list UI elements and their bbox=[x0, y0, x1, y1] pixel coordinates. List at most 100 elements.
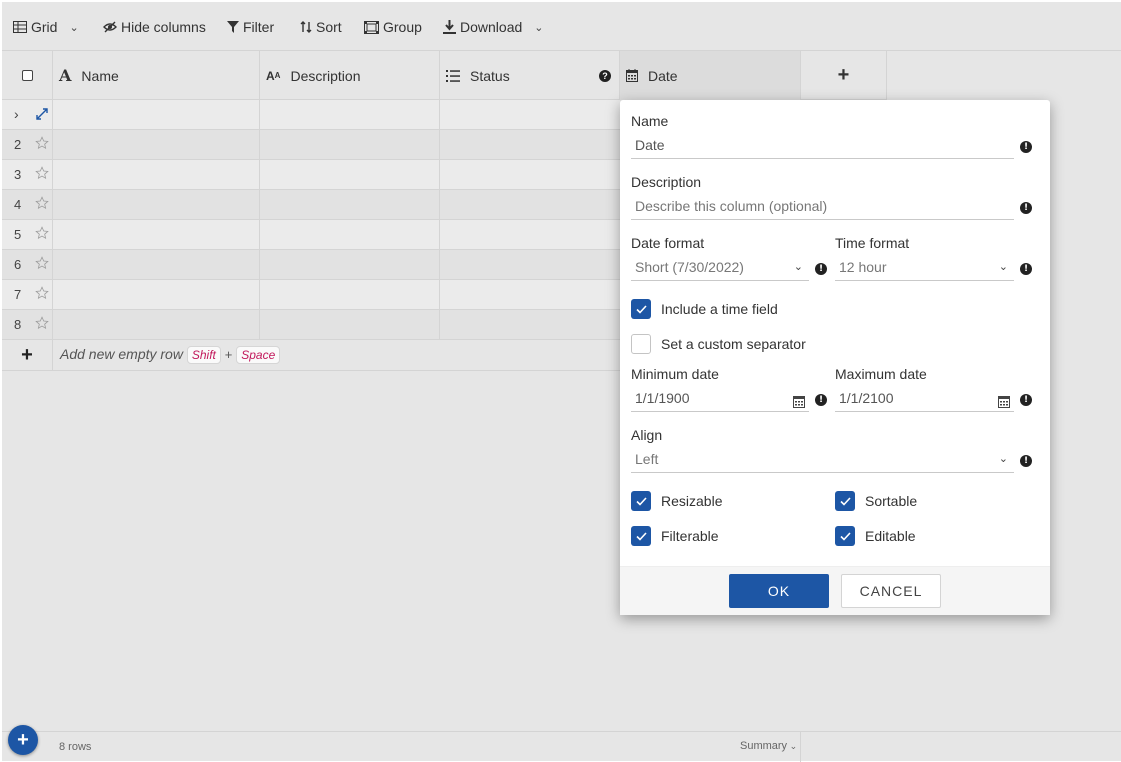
star-icon[interactable] bbox=[35, 166, 49, 185]
sortable-checkbox[interactable] bbox=[835, 491, 855, 511]
group-button[interactable]: Group bbox=[364, 17, 422, 37]
calendar-icon[interactable] bbox=[998, 391, 1010, 415]
star-icon[interactable] bbox=[35, 136, 49, 155]
table-cell[interactable] bbox=[260, 220, 440, 249]
table-cell[interactable] bbox=[440, 190, 620, 219]
table-row[interactable]: 7 bbox=[2, 280, 620, 310]
info-icon[interactable]: ! bbox=[815, 263, 827, 275]
footer: 8 rows Summary ⌄ bbox=[2, 731, 1121, 762]
hide-columns-button[interactable]: Hide columns bbox=[103, 17, 206, 37]
align-select[interactable]: Left ⌄ bbox=[631, 447, 1014, 473]
table-cell[interactable] bbox=[53, 130, 260, 159]
table-cell[interactable] bbox=[53, 100, 260, 129]
table-cell[interactable] bbox=[260, 280, 440, 309]
table-row[interactable]: 3 bbox=[2, 160, 620, 190]
download-button[interactable]: Download ⌄ bbox=[443, 17, 543, 37]
add-row-bar[interactable]: + Add new empty row Shift + Space bbox=[2, 340, 620, 370]
info-icon[interactable]: ! bbox=[1020, 263, 1032, 275]
editable-checkbox[interactable] bbox=[835, 526, 855, 546]
select-all-checkbox[interactable] bbox=[21, 70, 33, 81]
chevron-down-icon: ⌄ bbox=[998, 453, 1008, 465]
info-icon[interactable]: ! bbox=[1020, 455, 1032, 467]
table-cell[interactable] bbox=[440, 250, 620, 279]
column-header-name[interactable]: A Name bbox=[53, 51, 260, 100]
filterable-checkbox[interactable] bbox=[631, 526, 651, 546]
row-header-cell[interactable]: 8 bbox=[2, 310, 53, 339]
table-cell[interactable] bbox=[440, 310, 620, 339]
table-row[interactable]: 4 bbox=[2, 190, 620, 220]
ok-button[interactable]: OK bbox=[729, 574, 829, 608]
table-cell[interactable] bbox=[53, 250, 260, 279]
table-cell[interactable] bbox=[53, 280, 260, 309]
table-row[interactable]: 8 bbox=[2, 310, 620, 340]
select-all-cell[interactable] bbox=[2, 51, 53, 100]
table-cell[interactable] bbox=[440, 280, 620, 309]
table-row[interactable]: 5 bbox=[2, 220, 620, 250]
sort-button[interactable]: Sort bbox=[300, 17, 342, 37]
cancel-button[interactable]: CANCEL bbox=[841, 574, 941, 608]
table-cell[interactable] bbox=[440, 100, 620, 129]
max-date-input[interactable]: 1/1/2100 bbox=[835, 386, 1014, 412]
info-icon[interactable]: ! bbox=[1020, 141, 1032, 153]
table-cell[interactable] bbox=[440, 160, 620, 189]
table-cell[interactable] bbox=[440, 130, 620, 159]
custom-separator-checkbox[interactable] bbox=[631, 334, 651, 354]
expand-chevron-icon[interactable]: › bbox=[14, 100, 19, 129]
summary-dropdown[interactable]: Summary ⌄ bbox=[740, 740, 797, 752]
name-input[interactable]: Date bbox=[631, 133, 1014, 159]
table-cell[interactable] bbox=[260, 190, 440, 219]
plus-icon: + bbox=[17, 729, 29, 751]
star-icon[interactable] bbox=[35, 286, 49, 305]
star-icon[interactable] bbox=[35, 226, 49, 245]
info-icon[interactable]: ! bbox=[1020, 394, 1032, 406]
table-cell[interactable] bbox=[260, 130, 440, 159]
table-cell[interactable] bbox=[260, 160, 440, 189]
table-cell[interactable] bbox=[53, 220, 260, 249]
expand-row-icon[interactable] bbox=[36, 107, 48, 125]
star-icon[interactable] bbox=[35, 196, 49, 215]
table-row[interactable]: › bbox=[2, 100, 620, 130]
star-icon[interactable] bbox=[35, 316, 49, 335]
resizable-checkbox[interactable] bbox=[631, 491, 651, 511]
text-type-icon: A bbox=[59, 66, 72, 85]
app: Grid ⌄ Hide columns Filter Sort Group Do… bbox=[2, 2, 1121, 762]
calendar-icon[interactable] bbox=[793, 391, 805, 415]
include-time-checkbox[interactable] bbox=[631, 299, 651, 319]
date-format-value: Short (7/30/2022) bbox=[635, 259, 744, 275]
add-column-button[interactable]: + bbox=[801, 51, 887, 100]
chevron-down-icon: ⌄ bbox=[793, 261, 803, 273]
table-cell[interactable] bbox=[260, 310, 440, 339]
row-header-cell[interactable]: 6 bbox=[2, 250, 53, 279]
table-row[interactable]: 6 bbox=[2, 250, 620, 280]
table-cell[interactable] bbox=[53, 190, 260, 219]
filter-button[interactable]: Filter bbox=[227, 17, 274, 37]
info-icon[interactable]: ! bbox=[815, 394, 827, 406]
row-header-cell[interactable]: 7 bbox=[2, 280, 53, 309]
table-cell[interactable] bbox=[260, 100, 440, 129]
grid-view-button[interactable]: Grid ⌄ bbox=[13, 17, 79, 37]
date-format-select[interactable]: Short (7/30/2022) ⌄ bbox=[631, 255, 809, 281]
row-number: 7 bbox=[14, 287, 22, 302]
add-row-plus-icon[interactable]: + bbox=[2, 340, 53, 370]
row-header-cell[interactable]: 2 bbox=[2, 130, 53, 159]
column-header-description[interactable]: AA Description bbox=[260, 51, 440, 100]
column-header-date[interactable]: Date bbox=[620, 51, 801, 100]
row-header-cell[interactable]: 3 bbox=[2, 160, 53, 189]
check-icon bbox=[839, 531, 851, 541]
table-row[interactable]: 2 bbox=[2, 130, 620, 160]
table-cell[interactable] bbox=[260, 250, 440, 279]
text-size-icon: AA bbox=[266, 68, 281, 83]
row-header-cell[interactable]: 5 bbox=[2, 220, 53, 249]
help-icon[interactable]: ? bbox=[599, 70, 611, 82]
table-cell[interactable] bbox=[53, 160, 260, 189]
table-cell[interactable] bbox=[440, 220, 620, 249]
min-date-input[interactable]: 1/1/1900 bbox=[631, 386, 809, 412]
star-icon[interactable] bbox=[35, 256, 49, 275]
description-input[interactable]: Describe this column (optional) bbox=[631, 194, 1014, 220]
time-format-select[interactable]: 12 hour ⌄ bbox=[835, 255, 1014, 281]
add-fab-button[interactable]: + bbox=[8, 725, 38, 755]
table-cell[interactable] bbox=[53, 310, 260, 339]
info-icon[interactable]: ! bbox=[1020, 202, 1032, 214]
row-header-cell[interactable]: 4 bbox=[2, 190, 53, 219]
column-header-status[interactable]: Status ? bbox=[440, 51, 620, 100]
